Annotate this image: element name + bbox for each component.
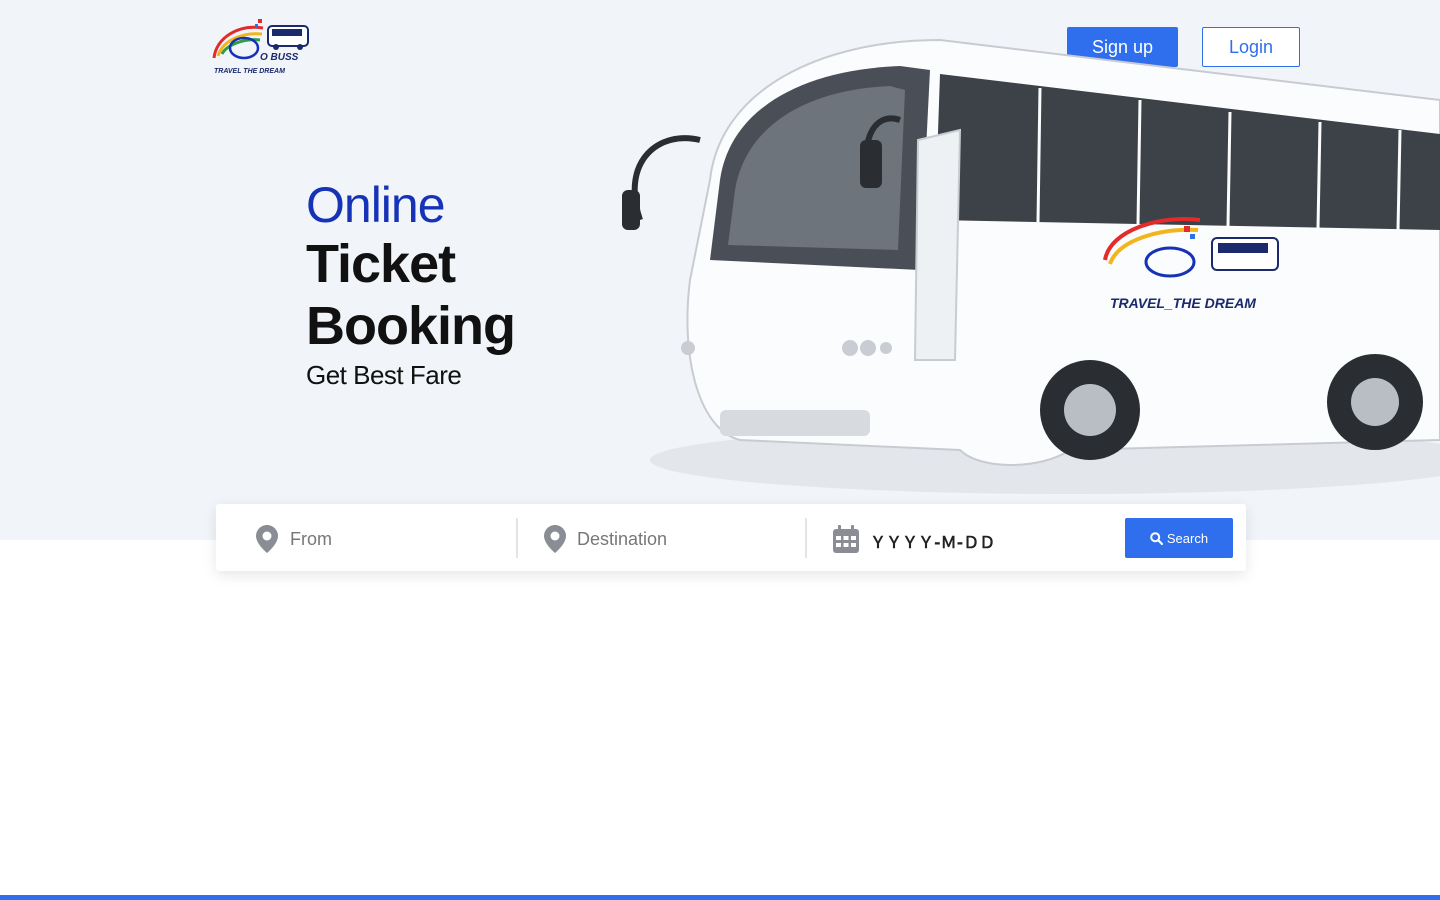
date-input[interactable]: ＹＹＹＹ-Ｍ-ＤＤ — [870, 529, 995, 553]
calendar-icon — [833, 525, 859, 553]
from-input[interactable] — [288, 522, 512, 556]
map-pin-icon — [256, 525, 278, 553]
from-field[interactable] — [216, 504, 516, 571]
site-logo[interactable]: O BUSS TRAVEL THE DREAM — [208, 18, 318, 76]
white-coach-bus-image: TRAVEL_THE DREAM — [622, 38, 1440, 494]
headline-online: Online — [306, 177, 446, 233]
destination-input[interactable] — [575, 522, 799, 556]
headline-best-fare: Get Best Fare — [306, 360, 462, 390]
bus-brand-logo-icon: O BUSS TRAVEL THE DREAM — [212, 19, 309, 75]
hero-headline: Online Ticket Booking Get Best Fare — [306, 176, 566, 392]
svg-text:O BUSS: O BUSS — [260, 52, 299, 63]
hero-section: O BUSS TRAVEL THE DREAM Sign up Login On… — [0, 0, 1440, 540]
map-pin-icon — [544, 525, 566, 553]
search-form: ＹＹＹＹ-Ｍ-ＤＤ Search — [216, 504, 1246, 571]
search-icon — [1150, 531, 1163, 545]
headline-booking: Booking — [306, 296, 516, 356]
search-button[interactable]: Search — [1125, 518, 1233, 558]
field-divider — [805, 518, 807, 558]
headline-ticket: Ticket — [306, 234, 456, 294]
bottom-accent-bar — [0, 895, 1440, 900]
search-button-label: Search — [1166, 530, 1209, 546]
destination-field[interactable] — [518, 504, 806, 571]
svg-text:TRAVEL_THE DREAM: TRAVEL_THE DREAM — [1110, 295, 1256, 311]
svg-text:TRAVEL THE DREAM: TRAVEL THE DREAM — [214, 68, 285, 75]
